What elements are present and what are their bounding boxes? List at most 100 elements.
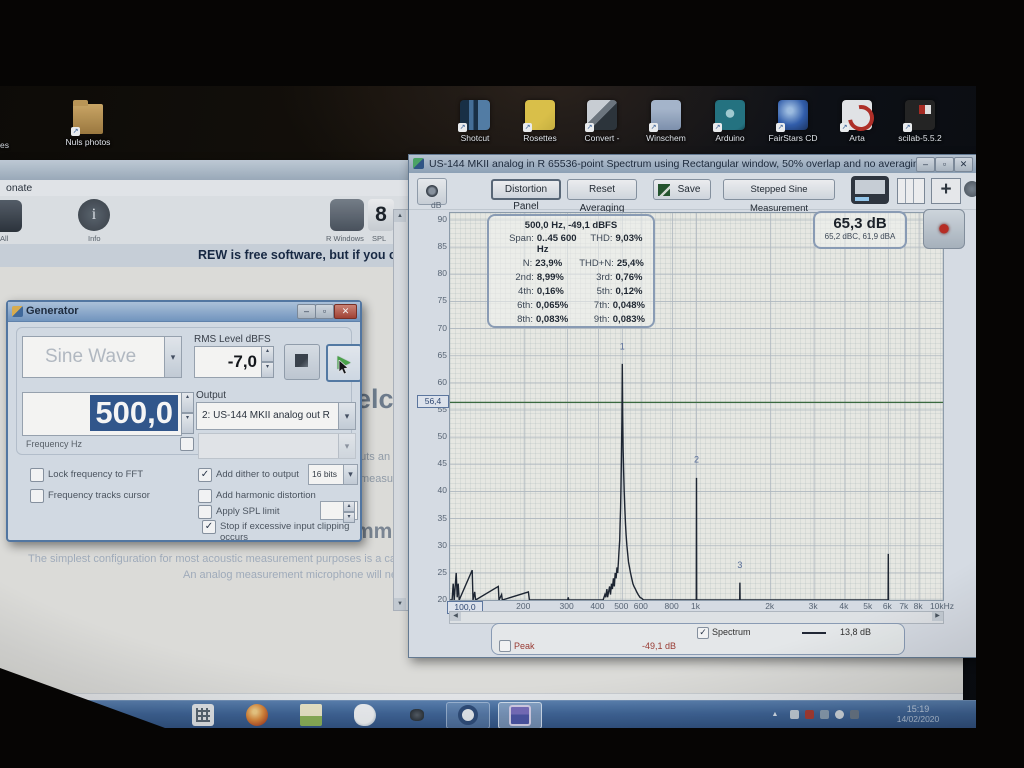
distortion-panel-button[interactable]: Distortion Panel xyxy=(491,179,561,200)
desktop-icon-convert[interactable]: Convert - xyxy=(574,100,630,143)
arduino-icon xyxy=(715,100,745,130)
rew-vertical-scrollbar[interactable]: ▲ ▼ xyxy=(393,209,409,611)
rew-windows-icon[interactable] xyxy=(330,199,364,231)
legend-peak-checkbox[interactable] xyxy=(499,640,511,652)
taskbar-clock[interactable]: 15:19 14/02/2020 xyxy=(880,704,956,724)
chevron-down-icon[interactable]: ▾ xyxy=(338,403,355,429)
scroll-left-icon[interactable]: ◀ xyxy=(450,612,461,621)
desktop-icon-rosettes[interactable]: Rosettes xyxy=(512,100,568,143)
taskbar-button-rew-logo[interactable] xyxy=(446,702,490,728)
spl-meter-icon[interactable]: 8 xyxy=(368,199,394,231)
generator-title: Generator xyxy=(26,305,79,317)
close-icon[interactable]: ✕ xyxy=(954,157,973,172)
chevron-down-icon[interactable]: ▾ xyxy=(343,465,357,484)
tray-icon-2[interactable] xyxy=(805,710,814,719)
y-tick-label: 45 xyxy=(438,458,447,468)
frequency-tracks-cursor-checkbox[interactable] xyxy=(30,489,44,503)
stepped-sine-button[interactable]: Stepped Sine Measurement xyxy=(723,179,835,200)
spl-limit-spinner[interactable]: ▴ ▾ xyxy=(343,501,355,518)
lock-frequency-checkbox[interactable] xyxy=(30,468,44,482)
info-heading: 500,0 Hz, -49,1 dBFS xyxy=(489,216,653,231)
spectrum-titlebar[interactable]: US-144 MKII analog in R 65536-point Spec… xyxy=(409,155,978,174)
signal-type-value: Sine Wave xyxy=(45,346,136,368)
spin-down-icon: ▾ xyxy=(181,413,194,434)
taskbar-icon-firefox[interactable] xyxy=(246,704,268,726)
frequency-field[interactable]: 500,0 xyxy=(22,392,182,436)
y-tick-label: 60 xyxy=(438,377,447,387)
secondary-output-checkbox[interactable] xyxy=(180,437,194,451)
taskbar-icon-app1[interactable] xyxy=(192,704,214,726)
fairstars-icon xyxy=(778,100,808,130)
tray-icon-3[interactable] xyxy=(820,710,829,719)
scroll-up-icon[interactable]: ▲ xyxy=(394,210,406,222)
measure-all-icon[interactable] xyxy=(0,200,22,232)
save-button[interactable]: Save xyxy=(653,179,711,200)
scroll-right-icon[interactable]: ▶ xyxy=(932,612,943,621)
spl-main-value: 65,3 dB xyxy=(815,213,905,232)
tray-icon-4[interactable] xyxy=(835,710,844,719)
chevron-down-icon[interactable]: ▾ xyxy=(164,337,181,377)
maximize-icon[interactable]: ▫ xyxy=(935,157,954,172)
pan-tool-icon[interactable]: + xyxy=(931,178,961,204)
y-tick-label: 90 xyxy=(438,214,447,224)
rms-level-value: -7,0 xyxy=(228,352,257,372)
frequency-value: 500,0 xyxy=(90,395,178,431)
stop-clipping-label: Stop if excessive input clipping occurs xyxy=(220,521,360,543)
close-icon[interactable]: ✕ xyxy=(334,304,357,319)
desktop-icon-arduino[interactable]: Arduino xyxy=(702,100,758,143)
layout-columns-icon[interactable] xyxy=(897,178,925,204)
rms-level-field[interactable]: -7,0 xyxy=(194,346,262,378)
legend-spectrum-swatch xyxy=(802,632,826,634)
taskbar-icon-app3[interactable] xyxy=(410,709,424,721)
add-dither-checkbox[interactable]: ✓ xyxy=(198,468,212,482)
dither-bits-value: 16 bits xyxy=(312,469,337,479)
y-tick-label: 40 xyxy=(438,485,447,495)
lock-icon xyxy=(295,354,308,367)
desktop-icon-winschem[interactable]: Winschem xyxy=(638,100,694,143)
legend-panel: ✓ Spectrum 13,8 dB Peak -49,1 dB xyxy=(491,623,905,655)
lock-level-button[interactable] xyxy=(284,344,320,380)
chevron-down-icon[interactable]: ▾ xyxy=(338,434,355,458)
maximize-icon[interactable]: ▫ xyxy=(315,304,334,319)
dither-bits-select[interactable]: 16 bits ▾ xyxy=(308,464,358,485)
scroll-down-icon[interactable]: ▼ xyxy=(394,598,406,610)
frequency-spinner[interactable]: ▴ ▾ xyxy=(181,392,194,434)
output-select[interactable]: 2: US-144 MKII analog out R ▾ xyxy=(196,402,356,430)
record-button[interactable]: ● xyxy=(923,209,965,249)
graph-thumbnail-icon[interactable] xyxy=(851,176,889,204)
stop-clipping-checkbox[interactable]: ✓ xyxy=(202,520,216,534)
rms-level-spinner[interactable]: ▴ ▾ xyxy=(261,346,274,378)
info-icon[interactable]: i xyxy=(78,199,110,231)
apply-spl-limit-checkbox[interactable] xyxy=(198,505,212,519)
y-tick-label: 80 xyxy=(438,268,447,278)
toolbar-spl-label: SPL xyxy=(372,234,386,243)
taskbar-icon-app2[interactable] xyxy=(354,704,376,726)
screen: es Nuls photos Shotcut Rosettes Convert … xyxy=(0,6,978,728)
add-harmonic-distortion-checkbox[interactable] xyxy=(198,489,212,503)
desktop-icon-fairstars[interactable]: FairStars CD xyxy=(765,100,821,143)
desktop-icon-nuls-photos[interactable]: Nuls photos xyxy=(60,104,116,147)
legend-spectrum-checkbox[interactable]: ✓ xyxy=(697,627,709,639)
generator-titlebar[interactable]: Generator – ▫ ✕ xyxy=(8,302,360,322)
svg-text:2: 2 xyxy=(694,454,699,464)
signal-type-select[interactable]: Sine Wave ▾ xyxy=(22,336,182,378)
clock-date: 14/02/2020 xyxy=(880,714,956,724)
minimize-icon[interactable]: – xyxy=(916,157,935,172)
rew-logo-icon xyxy=(458,705,478,725)
secondary-output-select[interactable]: ▾ xyxy=(198,433,356,459)
tray-icon-5[interactable] xyxy=(850,710,859,719)
check-icon: ✓ xyxy=(205,521,213,532)
reset-averaging-button[interactable]: Reset Averaging xyxy=(567,179,637,200)
taskbar-icon-doc[interactable] xyxy=(300,704,322,726)
minimize-icon[interactable]: – xyxy=(297,304,316,319)
menu-item-donate-partial[interactable]: onate xyxy=(6,182,32,194)
generator-window: Generator – ▫ ✕ Sine Wave ▾ RMS Level dB… xyxy=(6,300,362,542)
record-icon: ● xyxy=(937,215,950,240)
tray-icon-1[interactable] xyxy=(790,710,799,719)
taskbar-button-rew-active[interactable] xyxy=(498,702,542,728)
welcome-footer-line1: The simplest configuration for most acou… xyxy=(28,553,443,565)
desktop-icon-shotcut[interactable]: Shotcut xyxy=(447,100,503,143)
desktop-icon-arta[interactable]: Arta xyxy=(829,100,885,143)
desktop-icon-scilab[interactable]: scilab-5.5.2 xyxy=(892,100,948,143)
tray-chevron-icon[interactable]: ▲ xyxy=(770,710,780,720)
